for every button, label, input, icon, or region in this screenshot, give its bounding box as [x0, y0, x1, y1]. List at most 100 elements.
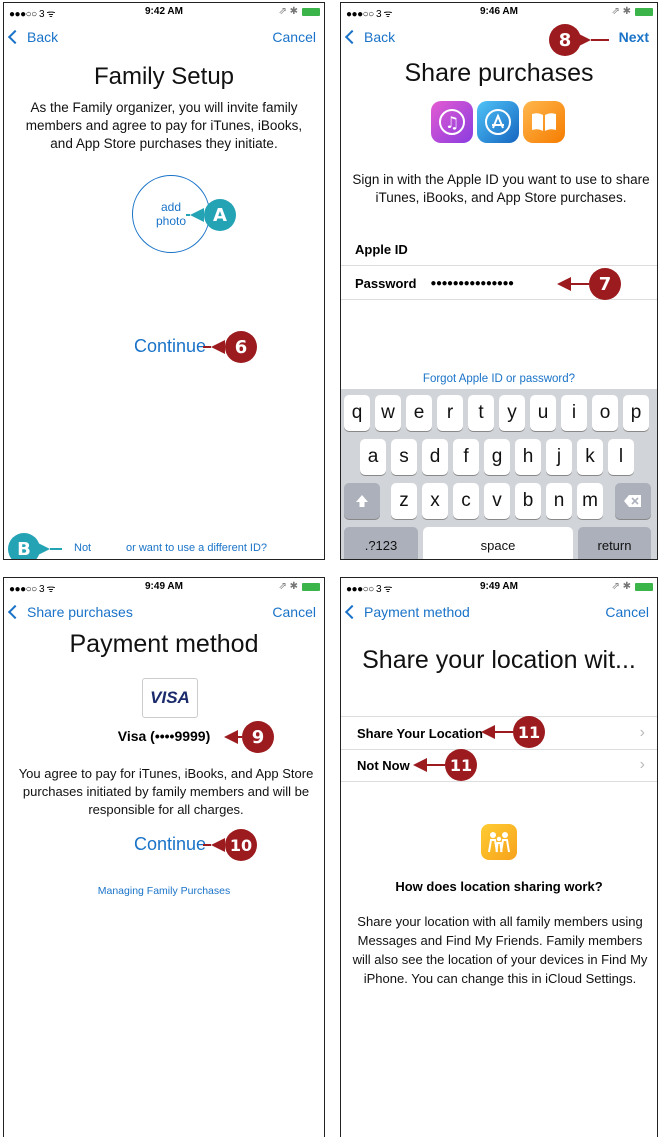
numbers-key[interactable]: .?123	[344, 527, 418, 559]
status-time: 9:46 AM	[480, 6, 518, 17]
not-link[interactable]: Not	[74, 542, 91, 554]
description: You agree to pay for iTunes, iBooks, and…	[18, 766, 314, 817]
key-e[interactable]: e	[406, 395, 432, 431]
key-q[interactable]: q	[344, 395, 370, 431]
battery-icon	[635, 7, 653, 16]
visa-card-icon: VISA	[142, 678, 198, 718]
cancel-button[interactable]: Cancel	[272, 29, 316, 45]
delete-key[interactable]	[615, 483, 651, 519]
visa-logo: VISA	[150, 688, 190, 707]
share-location-label: Share Your Location	[357, 725, 483, 741]
app-store-icon	[477, 101, 519, 143]
managing-link[interactable]: Managing Family Purchases	[4, 885, 324, 897]
status-right-icons: ⇗ ✱	[611, 581, 653, 592]
key-i[interactable]: i	[561, 395, 587, 431]
backspace-icon	[624, 495, 641, 507]
chevron-right-icon: ›	[639, 756, 645, 773]
back-button[interactable]: Back	[7, 29, 58, 45]
back-button[interactable]: Payment method	[344, 604, 470, 620]
cancel-button[interactable]: Cancel	[272, 604, 316, 620]
chevron-right-icon: ›	[639, 724, 645, 741]
return-key[interactable]: return	[578, 527, 651, 559]
back-button[interactable]: Share purchases	[7, 604, 133, 620]
apple-id-field[interactable]: Apple ID	[341, 233, 657, 266]
key-l[interactable]: l	[608, 439, 634, 475]
forgot-link[interactable]: Forgot Apple ID or password?	[341, 373, 657, 385]
ibooks-icon	[523, 101, 565, 143]
description: Share your location with all family memb…	[352, 914, 648, 986]
chevron-left-icon	[7, 604, 23, 620]
family-setup-screen: ●●●○○ 3 ᯤ 9:42 AM ⇗ ✱ Back Cancel Family…	[3, 2, 325, 560]
nav-bar: Back Next	[341, 25, 657, 49]
status-bar: ●●●○○ 3 ᯤ 9:46 AM ⇗ ✱	[341, 3, 657, 21]
apple-id-label: Apple ID	[355, 241, 408, 257]
key-f[interactable]: f	[453, 439, 479, 475]
key-d[interactable]: d	[422, 439, 448, 475]
key-n[interactable]: n	[546, 483, 572, 519]
key-k[interactable]: k	[577, 439, 603, 475]
key-v[interactable]: v	[484, 483, 510, 519]
shift-icon	[356, 495, 368, 507]
continue-button[interactable]: Continue	[134, 336, 206, 357]
status-bar: ●●●○○ 3 ᯤ 9:49 AM ⇗ ✱	[341, 578, 657, 596]
page-title: Payment method	[69, 630, 259, 658]
continue-button[interactable]: Continue	[134, 834, 206, 855]
key-w[interactable]: w	[375, 395, 401, 431]
password-value: ●●●●●●●●●●●●●●●	[430, 277, 514, 289]
key-h[interactable]: h	[515, 439, 541, 475]
itunes-icon: ♫	[431, 101, 473, 143]
callout-a: A	[186, 199, 236, 231]
callout-10: 10	[203, 829, 257, 861]
callout-8: 8	[549, 24, 609, 56]
callout-11-share: 11	[481, 716, 545, 748]
description: Sign in with the Apple ID you want to us…	[352, 172, 650, 205]
status-time: 9:49 AM	[145, 581, 183, 592]
key-a[interactable]: a	[360, 439, 386, 475]
how-heading: How does location sharing work?	[395, 879, 603, 894]
nav-bar: Back Cancel	[4, 25, 324, 49]
key-j[interactable]: j	[546, 439, 572, 475]
callout-9: 9	[224, 721, 274, 753]
keyboard: q w e r t y u i o p a s d f g h j k l z …	[341, 389, 657, 559]
page-title: Share your location wit...	[362, 646, 636, 674]
space-key[interactable]: space	[423, 527, 573, 559]
key-x[interactable]: x	[422, 483, 448, 519]
battery-icon	[302, 7, 320, 16]
not-now-row[interactable]: Not Now ›	[341, 749, 657, 782]
key-y[interactable]: y	[499, 395, 525, 431]
key-r[interactable]: r	[437, 395, 463, 431]
status-bar: ●●●○○ 3 ᯤ 9:42 AM ⇗ ✱	[4, 3, 324, 21]
nav-bar: Payment method Cancel	[341, 600, 657, 624]
share-location-screen: ●●●○○ 3 ᯤ 9:49 AM ⇗ ✱ Payment method Can…	[340, 577, 658, 1137]
family-sharing-icon	[481, 824, 517, 860]
key-s[interactable]: s	[391, 439, 417, 475]
status-right-icons: ⇗ ✱	[278, 6, 320, 17]
battery-icon	[302, 582, 320, 591]
status-time: 9:42 AM	[145, 6, 183, 17]
key-p[interactable]: p	[623, 395, 649, 431]
svg-text:♫: ♫	[445, 113, 459, 132]
cancel-button[interactable]: Cancel	[605, 604, 649, 620]
key-t[interactable]: t	[468, 395, 494, 431]
next-button[interactable]: Next	[619, 29, 649, 45]
description: As the Family organizer, you will invite…	[25, 100, 303, 151]
shift-key[interactable]	[344, 483, 380, 519]
page-title: Share purchases	[404, 59, 594, 87]
battery-icon	[635, 582, 653, 591]
callout-6: 6	[203, 331, 257, 363]
payment-method-screen: ●●●○○ 3 ᯤ 9:49 AM ⇗ ✱ Share purchases Ca…	[3, 577, 325, 1137]
key-z[interactable]: z	[391, 483, 417, 519]
key-o[interactable]: o	[592, 395, 618, 431]
back-button[interactable]: Back	[344, 29, 395, 45]
key-g[interactable]: g	[484, 439, 510, 475]
chevron-left-icon	[7, 29, 23, 45]
chevron-left-icon	[344, 604, 360, 620]
key-b[interactable]: b	[515, 483, 541, 519]
key-u[interactable]: u	[530, 395, 556, 431]
app-icons: ♫	[431, 101, 565, 143]
key-m[interactable]: m	[577, 483, 603, 519]
key-c[interactable]: c	[453, 483, 479, 519]
status-right-icons: ⇗ ✱	[278, 581, 320, 592]
different-id-link[interactable]: or want to use a different ID?	[126, 542, 267, 554]
chevron-left-icon	[344, 29, 360, 45]
